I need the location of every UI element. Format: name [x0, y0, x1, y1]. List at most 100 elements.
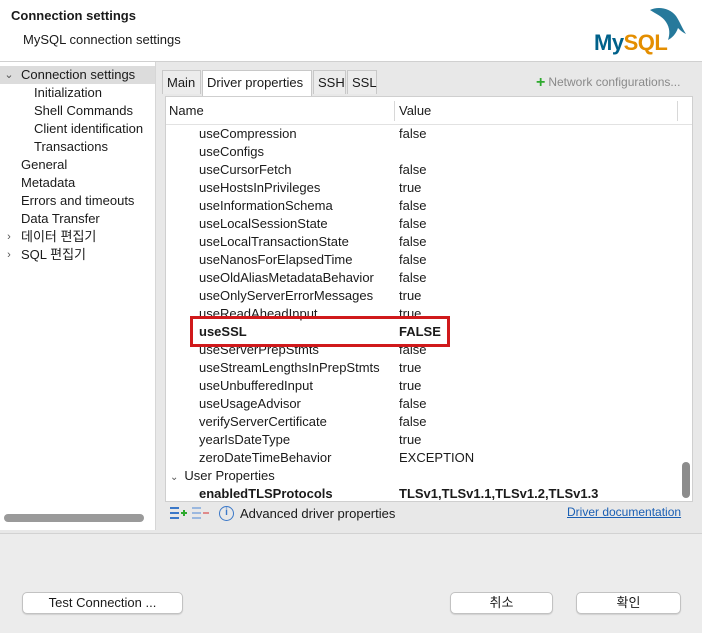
network-configurations-button[interactable]: + Network configurations... — [536, 74, 680, 92]
settings-navigation: ⌄ Connection settings Initialization She… — [0, 62, 156, 530]
property-name: useCompression — [199, 126, 297, 141]
property-name: verifyServerCertificate — [199, 414, 327, 429]
add-property-icon[interactable] — [169, 505, 187, 521]
table-row[interactable]: verifyServerCertificate false — [166, 413, 678, 431]
property-name: useUnbufferedInput — [199, 378, 313, 393]
chevron-right-icon[interactable]: › — [3, 246, 15, 264]
tab-ssl[interactable]: SSL — [347, 70, 377, 94]
dialog-header: Connection settings MySQL connection set… — [0, 0, 702, 62]
nav-horizontal-scrollbar[interactable] — [4, 514, 144, 522]
group-label: User Properties — [184, 468, 275, 483]
property-name: useStreamLengthsInPrepStmts — [199, 360, 380, 375]
nav-item-label: Connection settings — [21, 67, 136, 82]
table-row[interactable]: enabledTLSProtocols TLSv1,TLSv1.1,TLSv1.2… — [166, 485, 678, 501]
driver-properties-table[interactable]: Name Value useCompression false useConfig… — [165, 96, 693, 502]
nav-item-connection-settings[interactable]: ⌄ Connection settings — [0, 66, 155, 84]
property-name: useUsageAdvisor — [199, 396, 301, 411]
property-value[interactable]: true — [399, 179, 421, 197]
dialog-footer: Test Connection ... 취소 확인 — [0, 533, 702, 633]
table-row[interactable]: useConfigs — [166, 143, 678, 161]
property-value[interactable]: false — [399, 215, 426, 233]
property-name: useConfigs — [199, 144, 265, 159]
property-value[interactable]: false — [399, 251, 426, 269]
mysql-logo: MySQL — [592, 4, 692, 60]
property-value[interactable]: false — [399, 395, 426, 413]
property-value[interactable]: true — [399, 431, 421, 449]
nav-item-initialization[interactable]: Initialization — [34, 84, 102, 102]
property-name: useNanosForElapsedTime — [199, 252, 353, 267]
nav-item-label: SQL 편집기 — [21, 247, 87, 262]
logo-text-my: My — [594, 30, 624, 55]
logo-text-sql: SQL — [623, 30, 668, 55]
dialog-subtitle: MySQL connection settings — [23, 32, 181, 47]
nav-item-transactions[interactable]: Transactions — [34, 138, 108, 156]
table-row[interactable]: useLocalSessionState false — [166, 215, 678, 233]
property-name: useLocalTransactionState — [199, 234, 349, 249]
table-row[interactable]: useInformationSchema false — [166, 197, 678, 215]
property-name: useOldAliasMetadataBehavior — [199, 270, 374, 285]
table-vertical-scrollbar[interactable] — [682, 462, 690, 498]
remove-property-icon[interactable] — [191, 505, 209, 521]
network-configurations-label: Network configurations... — [548, 75, 681, 89]
table-row[interactable]: yearIsDateType true — [166, 431, 678, 449]
test-connection-button[interactable]: Test Connection ... — [22, 592, 183, 614]
properties-toolbar: i Advanced driver properties Driver docu… — [165, 503, 693, 525]
nav-item-metadata[interactable]: Metadata — [21, 174, 75, 192]
property-name: useOnlyServerErrorMessages — [199, 288, 374, 303]
column-divider[interactable] — [394, 101, 395, 121]
table-row[interactable]: useCursorFetch false — [166, 161, 678, 179]
property-value[interactable]: false — [399, 125, 426, 143]
property-value[interactable]: false — [399, 413, 426, 431]
group-user-properties[interactable]: ⌄ User Properties — [170, 467, 275, 485]
property-value[interactable]: false — [399, 197, 426, 215]
table-row[interactable]: useStreamLengthsInPrepStmts true — [166, 359, 678, 377]
nav-item-errors-and-timeouts[interactable]: Errors and timeouts — [21, 192, 134, 210]
chevron-right-icon[interactable]: › — [3, 228, 15, 246]
property-name: yearIsDateType — [199, 432, 291, 447]
property-value[interactable]: true — [399, 287, 421, 305]
property-value[interactable]: false — [399, 161, 426, 179]
add-icon: + — [536, 74, 546, 91]
chevron-down-icon[interactable]: ⌄ — [3, 66, 15, 84]
table-row[interactable]: useCompression false — [166, 125, 678, 143]
column-divider[interactable] — [677, 101, 678, 121]
tab-driver-properties[interactable]: Driver properties — [202, 70, 312, 96]
property-value[interactable]: true — [399, 377, 421, 395]
property-name: useInformationSchema — [199, 198, 333, 213]
table-row[interactable]: useNanosForElapsedTime false — [166, 251, 678, 269]
table-row[interactable]: useUnbufferedInput true — [166, 377, 678, 395]
property-value[interactable]: TLSv1,TLSv1.1,TLSv1.2,TLSv1.3 — [399, 485, 598, 501]
table-row[interactable]: useHostsInPrivileges true — [166, 179, 678, 197]
property-name: zeroDateTimeBehavior — [199, 450, 332, 465]
property-name: useHostsInPrivileges — [199, 180, 321, 195]
advanced-driver-properties-label: Advanced driver properties — [240, 506, 396, 521]
property-value[interactable]: true — [399, 359, 421, 377]
info-icon: i — [219, 506, 234, 521]
table-row[interactable]: useOldAliasMetadataBehavior false — [166, 269, 678, 287]
property-value[interactable]: EXCEPTION — [399, 449, 474, 467]
nav-item-data-editor[interactable]: › 데이터 편집기 — [0, 228, 155, 246]
tab-main[interactable]: Main — [162, 70, 201, 94]
nav-item-client-identification[interactable]: Client identification — [34, 120, 143, 138]
tab-ssh[interactable]: SSH — [313, 70, 346, 94]
property-name: useCursorFetch — [199, 162, 292, 177]
column-header-name[interactable]: Name — [169, 103, 204, 118]
usessl-highlight-box — [190, 316, 450, 347]
property-value[interactable]: false — [399, 233, 426, 251]
nav-item-sql-editor[interactable]: › SQL 편집기 — [0, 246, 155, 264]
ok-button[interactable]: 확인 — [576, 592, 681, 614]
nav-item-shell-commands[interactable]: Shell Commands — [34, 102, 133, 120]
nav-item-data-transfer[interactable]: Data Transfer — [21, 210, 100, 228]
table-row[interactable]: useOnlyServerErrorMessages true — [166, 287, 678, 305]
cancel-button[interactable]: 취소 — [450, 592, 553, 614]
table-row[interactable]: zeroDateTimeBehavior EXCEPTION — [166, 449, 678, 467]
property-value[interactable]: false — [399, 269, 426, 287]
table-row[interactable]: useUsageAdvisor false — [166, 395, 678, 413]
dialog-title: Connection settings — [11, 8, 136, 23]
table-row[interactable]: useLocalTransactionState false — [166, 233, 678, 251]
table-header: Name Value — [166, 97, 692, 125]
driver-documentation-link[interactable]: Driver documentation — [567, 505, 681, 519]
nav-item-general[interactable]: General — [21, 156, 67, 174]
column-header-value[interactable]: Value — [399, 103, 431, 118]
chevron-down-icon[interactable]: ⌄ — [170, 472, 178, 483]
